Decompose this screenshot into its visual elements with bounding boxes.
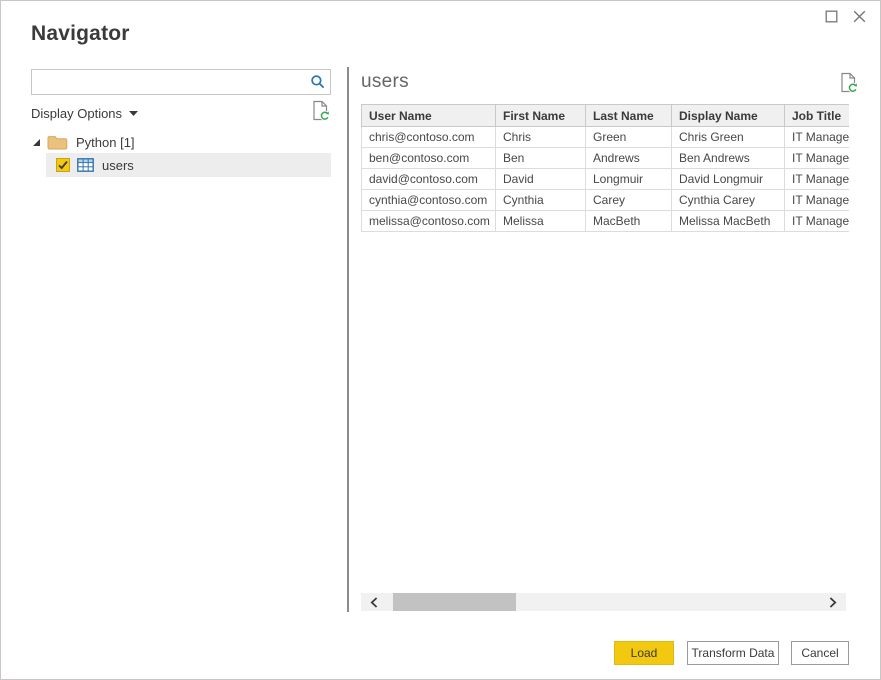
preview-table-wrap: User Name First Name Last Name Display N…	[361, 104, 849, 232]
refresh-document-icon	[312, 100, 330, 121]
column-header: Job Title	[784, 104, 849, 127]
table-cell: David	[495, 168, 586, 190]
display-options-dropdown[interactable]: Display Options	[31, 103, 139, 123]
table-row: ben@contoso.com Ben Andrews Ben Andrews IT M…	[361, 147, 849, 169]
search-box	[31, 69, 331, 95]
table-cell: ben@contoso.com	[361, 147, 496, 169]
table-cell: Andrews	[585, 147, 672, 169]
table-header-row: User Name First Name Last Name Display N…	[361, 104, 849, 127]
horizontal-scrollbar[interactable]	[361, 593, 846, 611]
scroll-right-button[interactable]	[822, 593, 844, 611]
table-grid-icon	[77, 158, 94, 172]
checkbox-users[interactable]	[56, 158, 70, 172]
search-icon[interactable]	[306, 70, 330, 94]
table-cell: MacBeth	[585, 210, 672, 232]
load-button[interactable]: Load	[614, 641, 674, 665]
table-cell: Ben Andrews	[671, 147, 785, 169]
preview-table-body: chris@contoso.com Chris Green Chris Green IT…	[361, 126, 849, 232]
table-row: cynthia@contoso.com Cynthia Carey Cynthia C…	[361, 189, 849, 211]
table-row: david@contoso.com David Longmuir David Long…	[361, 168, 849, 190]
table-cell: IT Manager	[784, 168, 849, 190]
table-cell: IT Manager	[784, 147, 849, 169]
table-cell: Ben	[495, 147, 586, 169]
table-cell: Melissa MacBeth	[671, 210, 785, 232]
check-icon	[58, 161, 68, 170]
table-cell: Carey	[585, 189, 672, 211]
tree-item-users[interactable]: users	[46, 153, 331, 177]
scrollbar-thumb[interactable]	[393, 593, 516, 611]
close-button[interactable]	[848, 5, 870, 27]
display-options-label: Display Options	[31, 105, 123, 121]
folder-icon	[47, 136, 68, 150]
close-icon	[853, 10, 865, 22]
table-cell: IT Manager	[784, 126, 849, 148]
expander-triangle-icon[interactable]	[32, 138, 41, 147]
table-cell: Cynthia	[495, 189, 586, 211]
column-header: Display Name	[671, 104, 785, 127]
maximize-icon	[825, 10, 837, 22]
chevron-down-icon	[129, 110, 139, 116]
table-cell: melissa@contoso.com	[361, 210, 496, 232]
table-cell: IT Manager	[784, 210, 849, 232]
table-cell: david@contoso.com	[361, 168, 496, 190]
dialog-title: Navigator	[31, 22, 130, 45]
preview-table: User Name First Name Last Name Display N…	[361, 104, 849, 232]
table-cell: Melissa	[495, 210, 586, 232]
scroll-left-button[interactable]	[363, 593, 385, 611]
cancel-button[interactable]: Cancel	[791, 641, 849, 665]
refresh-preview-button[interactable]	[310, 100, 332, 124]
tree-item-label: users	[102, 157, 134, 173]
preview-title: users	[361, 71, 409, 92]
search-input[interactable]	[32, 70, 306, 94]
table-row: chris@contoso.com Chris Green Chris Green IT…	[361, 126, 849, 148]
navigator-dialog: Navigator Display Options Python [1] use…	[0, 0, 881, 680]
table-cell: IT Manager	[784, 189, 849, 211]
column-header: Last Name	[585, 104, 672, 127]
tree-node-label: Python [1]	[76, 135, 135, 150]
refresh-document-icon	[840, 72, 858, 93]
transform-data-button[interactable]: Transform Data	[687, 641, 779, 665]
column-header: User Name	[361, 104, 496, 127]
maximize-button[interactable]	[821, 6, 841, 26]
chevron-left-icon	[370, 596, 378, 608]
table-cell: Cynthia Carey	[671, 189, 785, 211]
refresh-table-button[interactable]	[838, 72, 860, 96]
table-cell: Chris	[495, 126, 586, 148]
table-row: melissa@contoso.com Melissa MacBeth Melissa…	[361, 210, 849, 232]
table-cell: chris@contoso.com	[361, 126, 496, 148]
table-cell: Chris Green	[671, 126, 785, 148]
table-cell: Longmuir	[585, 168, 672, 190]
table-cell: Green	[585, 126, 672, 148]
panel-divider	[347, 67, 349, 612]
table-cell: cynthia@contoso.com	[361, 189, 496, 211]
chevron-right-icon	[829, 596, 837, 608]
table-cell: David Longmuir	[671, 168, 785, 190]
tree-node-python[interactable]: Python [1]	[1, 131, 331, 154]
column-header: First Name	[495, 104, 586, 127]
